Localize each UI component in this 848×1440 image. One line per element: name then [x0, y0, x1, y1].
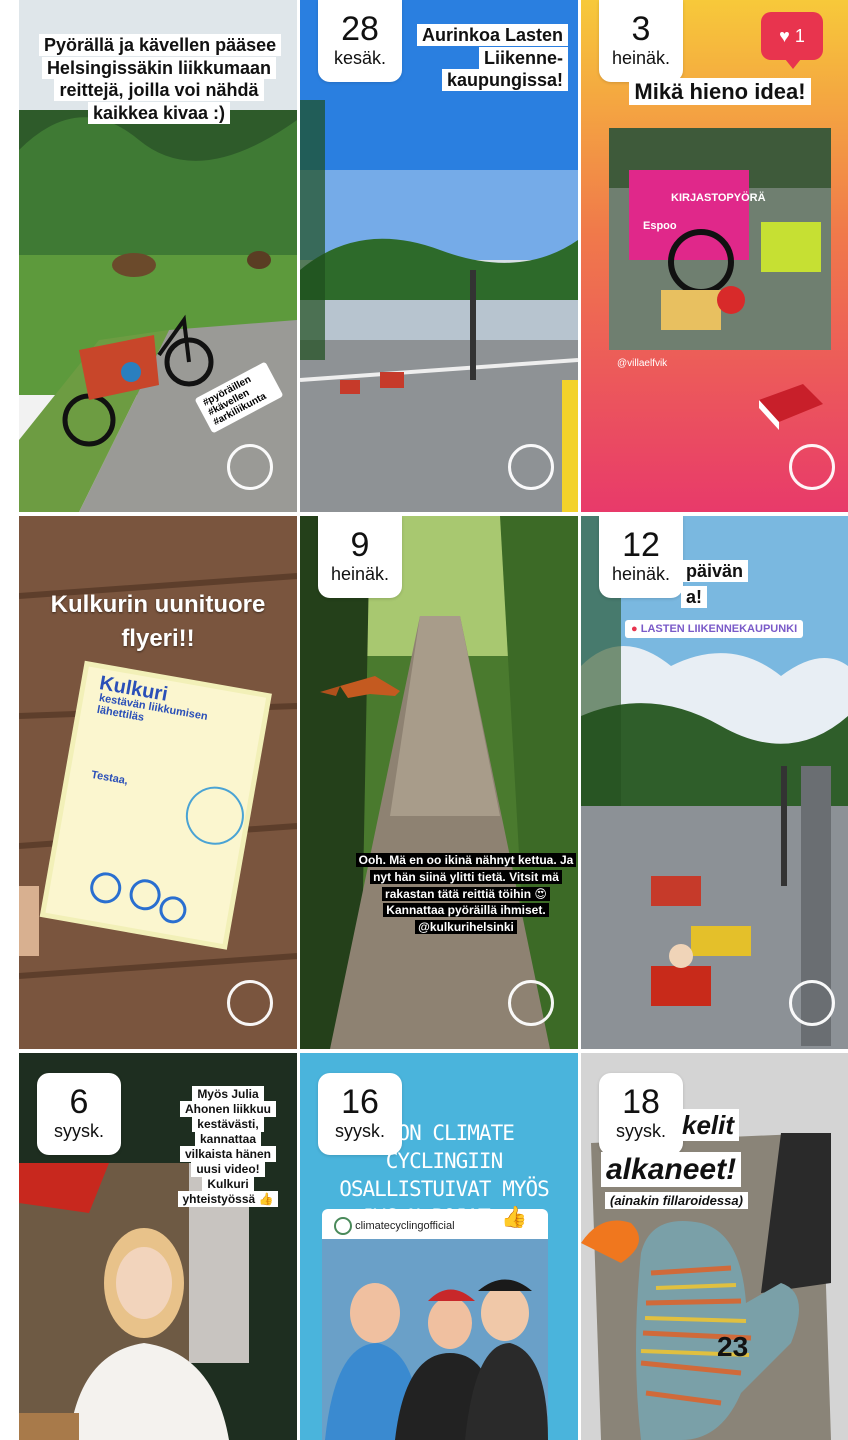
account-handle[interactable]: climatecyclingofficial	[334, 1217, 455, 1235]
story-date-month: syysk.	[615, 1121, 666, 1141]
story-date-label: 12 heinäk.	[599, 516, 683, 598]
story-date-day: 9	[350, 526, 370, 564]
story-date-day: 3	[631, 10, 651, 48]
story-tile-9[interactable]: 18 syysk. kelit alkaneet! (ainakin filla…	[581, 1053, 848, 1440]
story-tile-3[interactable]: 3 heinäk. ♥ 1 Mikä hieno idea! KIRJASTOP…	[581, 0, 848, 512]
story-date-label: 6 syysk.	[37, 1073, 121, 1155]
cart-label-city: Espoo	[643, 220, 677, 232]
story-date-day: 16	[341, 1083, 379, 1121]
story-caption: päivän	[681, 560, 749, 583]
like-count: 1	[794, 26, 805, 46]
story-date-month: heinäk.	[611, 564, 671, 584]
story-caption-line-2: alkaneet!	[601, 1151, 742, 1189]
story-caption: kelit	[677, 1109, 740, 1142]
like-sticker: ♥ 1	[761, 12, 823, 69]
story-caption: Mikä hieno idea!	[605, 78, 835, 106]
story-ring-icon	[508, 444, 554, 490]
story-tile-4[interactable]: Kulkurin uunituore flyeri!! Kulkuri kest…	[19, 516, 297, 1049]
story-caption: Myös Julia Ahonen liikkuu kestävästi, ka…	[175, 1086, 281, 1207]
story-tile-1[interactable]: Pyörällä ja kävellen pääsee Helsingissäk…	[19, 0, 297, 512]
story-tile-2[interactable]: 28 kesäk. Aurinkoa Lasten Liikenne-kaupu…	[300, 0, 578, 512]
story-date-month: syysk.	[53, 1121, 104, 1141]
story-tile-8[interactable]: 16 syysk. IKON CLIMATE CYCLINGIIN OSALLI…	[300, 1053, 578, 1440]
cart-label: KIRJASTOPYÖRÄ	[671, 192, 766, 204]
story-tile-6[interactable]: 12 heinäk. päivän a! ● LASTEN LIIKENNEKA…	[581, 516, 848, 1049]
story-caption-line-2: a!	[681, 586, 708, 609]
story-caption: Ooh. Mä en oo ikinä nähnyt kettua. Ja ny…	[354, 852, 578, 936]
story-tile-7[interactable]: 6 syysk. Myös Julia Ahonen liikkuu kestä…	[19, 1053, 297, 1440]
story-date-day: 12	[622, 526, 660, 564]
story-ring-icon	[227, 980, 273, 1026]
story-date-day: 6	[69, 1083, 89, 1121]
story-ring-icon	[789, 444, 835, 490]
story-caption: IKON CLIMATE CYCLINGIIN OSALLISTUIVAT MY…	[339, 1121, 550, 1229]
page-number: 23	[717, 1331, 749, 1362]
story-tile-5[interactable]: 9 heinäk. Ooh. Mä en oo ikinä nähnyt ket…	[300, 516, 578, 1049]
story-date-day: 28	[341, 10, 379, 48]
avatar	[334, 1217, 352, 1235]
story-date-month: kesäk.	[333, 48, 387, 68]
story-ring-icon	[789, 980, 835, 1026]
story-caption: Pyörällä ja kävellen pääsee Helsingissäk…	[39, 34, 282, 124]
story-caption-line-3: (ainakin fillaroidessa)	[605, 1192, 748, 1209]
story-date-day: 18	[622, 1083, 660, 1121]
photo-credit: @villaelfvik	[617, 358, 668, 369]
story-date-month: heinäk.	[611, 48, 671, 68]
story-ring-icon	[508, 980, 554, 1026]
heart-icon: ♥	[779, 26, 790, 46]
location-pin-icon: ●	[631, 623, 638, 635]
story-date-label: 9 heinäk.	[318, 516, 402, 598]
story-date-label: 18 syysk.	[599, 1073, 683, 1155]
story-ring-icon	[227, 444, 273, 490]
story-caption: Aurinkoa Lasten Liikenne-kaupungissa!	[410, 24, 568, 92]
story-highlights-grid: Pyörällä ja kävellen pääsee Helsingissäk…	[0, 0, 848, 1440]
location-sticker[interactable]: ● LASTEN LIIKENNEKAUPUNKI	[625, 620, 804, 638]
story-date-label: 3 heinäk.	[599, 0, 683, 82]
story-caption: Kulkurin uunituore flyeri!!	[50, 591, 266, 652]
story-date-label: 28 kesäk.	[318, 0, 402, 82]
story-date-month: heinäk.	[330, 564, 390, 584]
